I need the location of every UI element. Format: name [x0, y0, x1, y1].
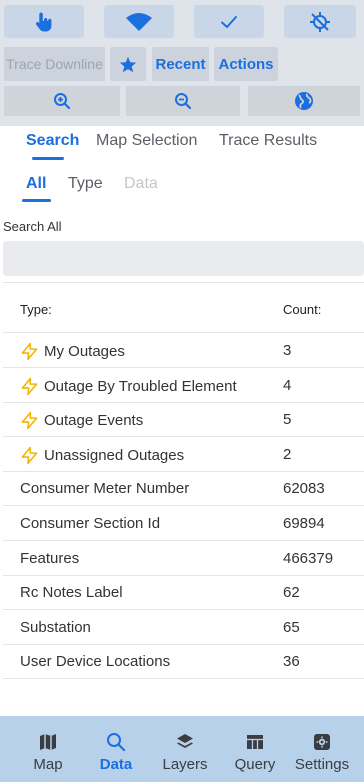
row-type: User Device Locations	[20, 653, 170, 670]
layers-icon	[177, 734, 193, 748]
results-table: Type: Count: My Outages 3 Outage By Troubl…	[3, 282, 364, 714]
nav-layers[interactable]: Layers	[155, 716, 215, 782]
table-row[interactable]: Unassigned Outages 2	[3, 437, 364, 472]
nav-map[interactable]: Map	[16, 716, 80, 782]
wifi-button[interactable]	[104, 5, 174, 38]
row-count: 2	[283, 445, 292, 463]
map-icon	[40, 734, 56, 750]
lightning-icon	[21, 411, 38, 430]
lightning-icon	[21, 446, 38, 465]
nav-query-label: Query	[234, 756, 276, 773]
row-count: 65	[283, 618, 300, 636]
table-row[interactable]: Outage Events 5	[3, 402, 364, 438]
row-type: Consumer Section Id	[20, 515, 160, 532]
touch-pointer-icon	[35, 12, 52, 31]
table-row[interactable]: Substation 65	[3, 610, 364, 645]
row-type: Consumer Meter Number	[20, 480, 189, 497]
row-type-label: Consumer Section Id	[20, 515, 161, 532]
zoom-out-icon	[175, 93, 192, 110]
favorites-button[interactable]	[110, 47, 146, 81]
star-icon	[119, 56, 137, 72]
row-type: Rc Notes Label	[20, 584, 123, 601]
nav-query[interactable]: Query	[222, 716, 288, 782]
touch-pointer-button[interactable]	[4, 5, 84, 38]
search-all-label: Search All	[3, 219, 62, 234]
subtab-all[interactable]: All	[26, 175, 46, 193]
row-count: 62083	[283, 480, 325, 498]
tab-map-selection[interactable]: Map Selection	[96, 132, 197, 150]
table-icon	[247, 735, 263, 749]
gps-off-button[interactable]	[284, 5, 356, 38]
actions-button[interactable]: Actions	[214, 47, 278, 81]
gps-off-icon	[310, 11, 330, 32]
row-count: 4	[283, 376, 292, 394]
row-count: 3	[283, 342, 292, 359]
subtab-type[interactable]: Type	[68, 175, 103, 193]
table-row[interactable]: Outage By Troubled Element 4	[3, 368, 364, 403]
row-type: Features	[20, 550, 79, 567]
table-row[interactable]: User Device Locations 36	[3, 644, 364, 680]
table-row[interactable]: My Outages 3	[3, 333, 364, 368]
row-type-label: User Device Locations	[20, 653, 171, 671]
toolbar-row-actions: Trace Downline Recent Actions	[0, 45, 364, 83]
row-type: Outage Events	[20, 411, 143, 430]
top-toolbar: Trace Downline Recent Actions	[0, 0, 364, 126]
row-type-label: Outage Events	[44, 412, 144, 430]
search-subtabs: All Type Data	[0, 168, 364, 204]
wifi-icon	[126, 12, 152, 31]
search-input[interactable]	[3, 241, 364, 276]
table-row[interactable]: Consumer Section Id 69894	[3, 506, 364, 541]
nav-data[interactable]: Data	[86, 716, 146, 782]
zoom-in-button[interactable]	[4, 86, 120, 116]
tab-trace-results[interactable]: Trace Results	[219, 132, 317, 150]
search-icon	[107, 733, 126, 752]
subtab-active-indicator	[22, 199, 51, 202]
nav-layers-label: Layers	[162, 756, 208, 773]
table-row[interactable]: Rc Notes Label 62	[3, 575, 364, 611]
nav-data-label: Data	[99, 756, 133, 773]
table-header: Type: Count:	[3, 283, 364, 333]
row-count: 62	[283, 584, 300, 602]
table-row[interactable]: Features 466379	[3, 541, 364, 576]
nav-map-label: Map	[33, 756, 63, 773]
row-type-label: Substation	[20, 618, 91, 636]
tab-active-indicator	[32, 157, 64, 160]
row-type: Outage By Troubled Element	[20, 377, 237, 396]
full-extent-button[interactable]	[248, 86, 360, 116]
zoom-in-icon	[54, 93, 71, 110]
row-type: Unassigned Outages	[20, 446, 184, 465]
count-column-header: Count:	[283, 302, 322, 317]
toolbar-row-status	[0, 0, 364, 42]
globe-icon	[295, 92, 313, 110]
lightning-icon	[21, 342, 38, 361]
zoom-out-button[interactable]	[126, 86, 240, 116]
row-count: 69894	[283, 515, 325, 532]
nav-settings-label: Settings	[294, 756, 350, 773]
row-type: Substation	[20, 619, 91, 636]
nav-settings[interactable]: Settings	[288, 716, 356, 782]
row-type: My Outages	[20, 342, 125, 361]
tab-search[interactable]: Search	[26, 132, 79, 150]
recent-button[interactable]: Recent	[152, 47, 209, 81]
settings-icon	[314, 734, 330, 750]
row-type-label: Features	[20, 549, 80, 567]
row-count: 36	[283, 653, 300, 671]
row-type-label: Consumer Meter Number	[20, 480, 190, 498]
row-type-label: Outage By Troubled Element	[44, 377, 237, 395]
bottom-nav: Map Data Layers Query Settings	[0, 716, 364, 782]
trace-downline-button[interactable]: Trace Downline	[4, 47, 105, 81]
row-type-label: Unassigned Outages	[44, 446, 185, 464]
subtab-data[interactable]: Data	[124, 175, 158, 193]
row-type-label: Rc Notes Label	[20, 584, 123, 602]
toolbar-row-zoom	[0, 84, 364, 118]
checkmark-icon	[221, 15, 237, 28]
type-column-header: Type:	[20, 302, 52, 317]
row-type-label: My Outages	[44, 343, 125, 360]
row-count: 466379	[283, 549, 334, 567]
row-count: 5	[283, 411, 292, 429]
checkmark-button[interactable]	[194, 5, 264, 38]
lightning-icon	[21, 377, 38, 395]
table-row[interactable]: Consumer Meter Number 62083	[3, 471, 364, 507]
main-tabs: Search Map Selection Trace Results	[0, 126, 364, 162]
